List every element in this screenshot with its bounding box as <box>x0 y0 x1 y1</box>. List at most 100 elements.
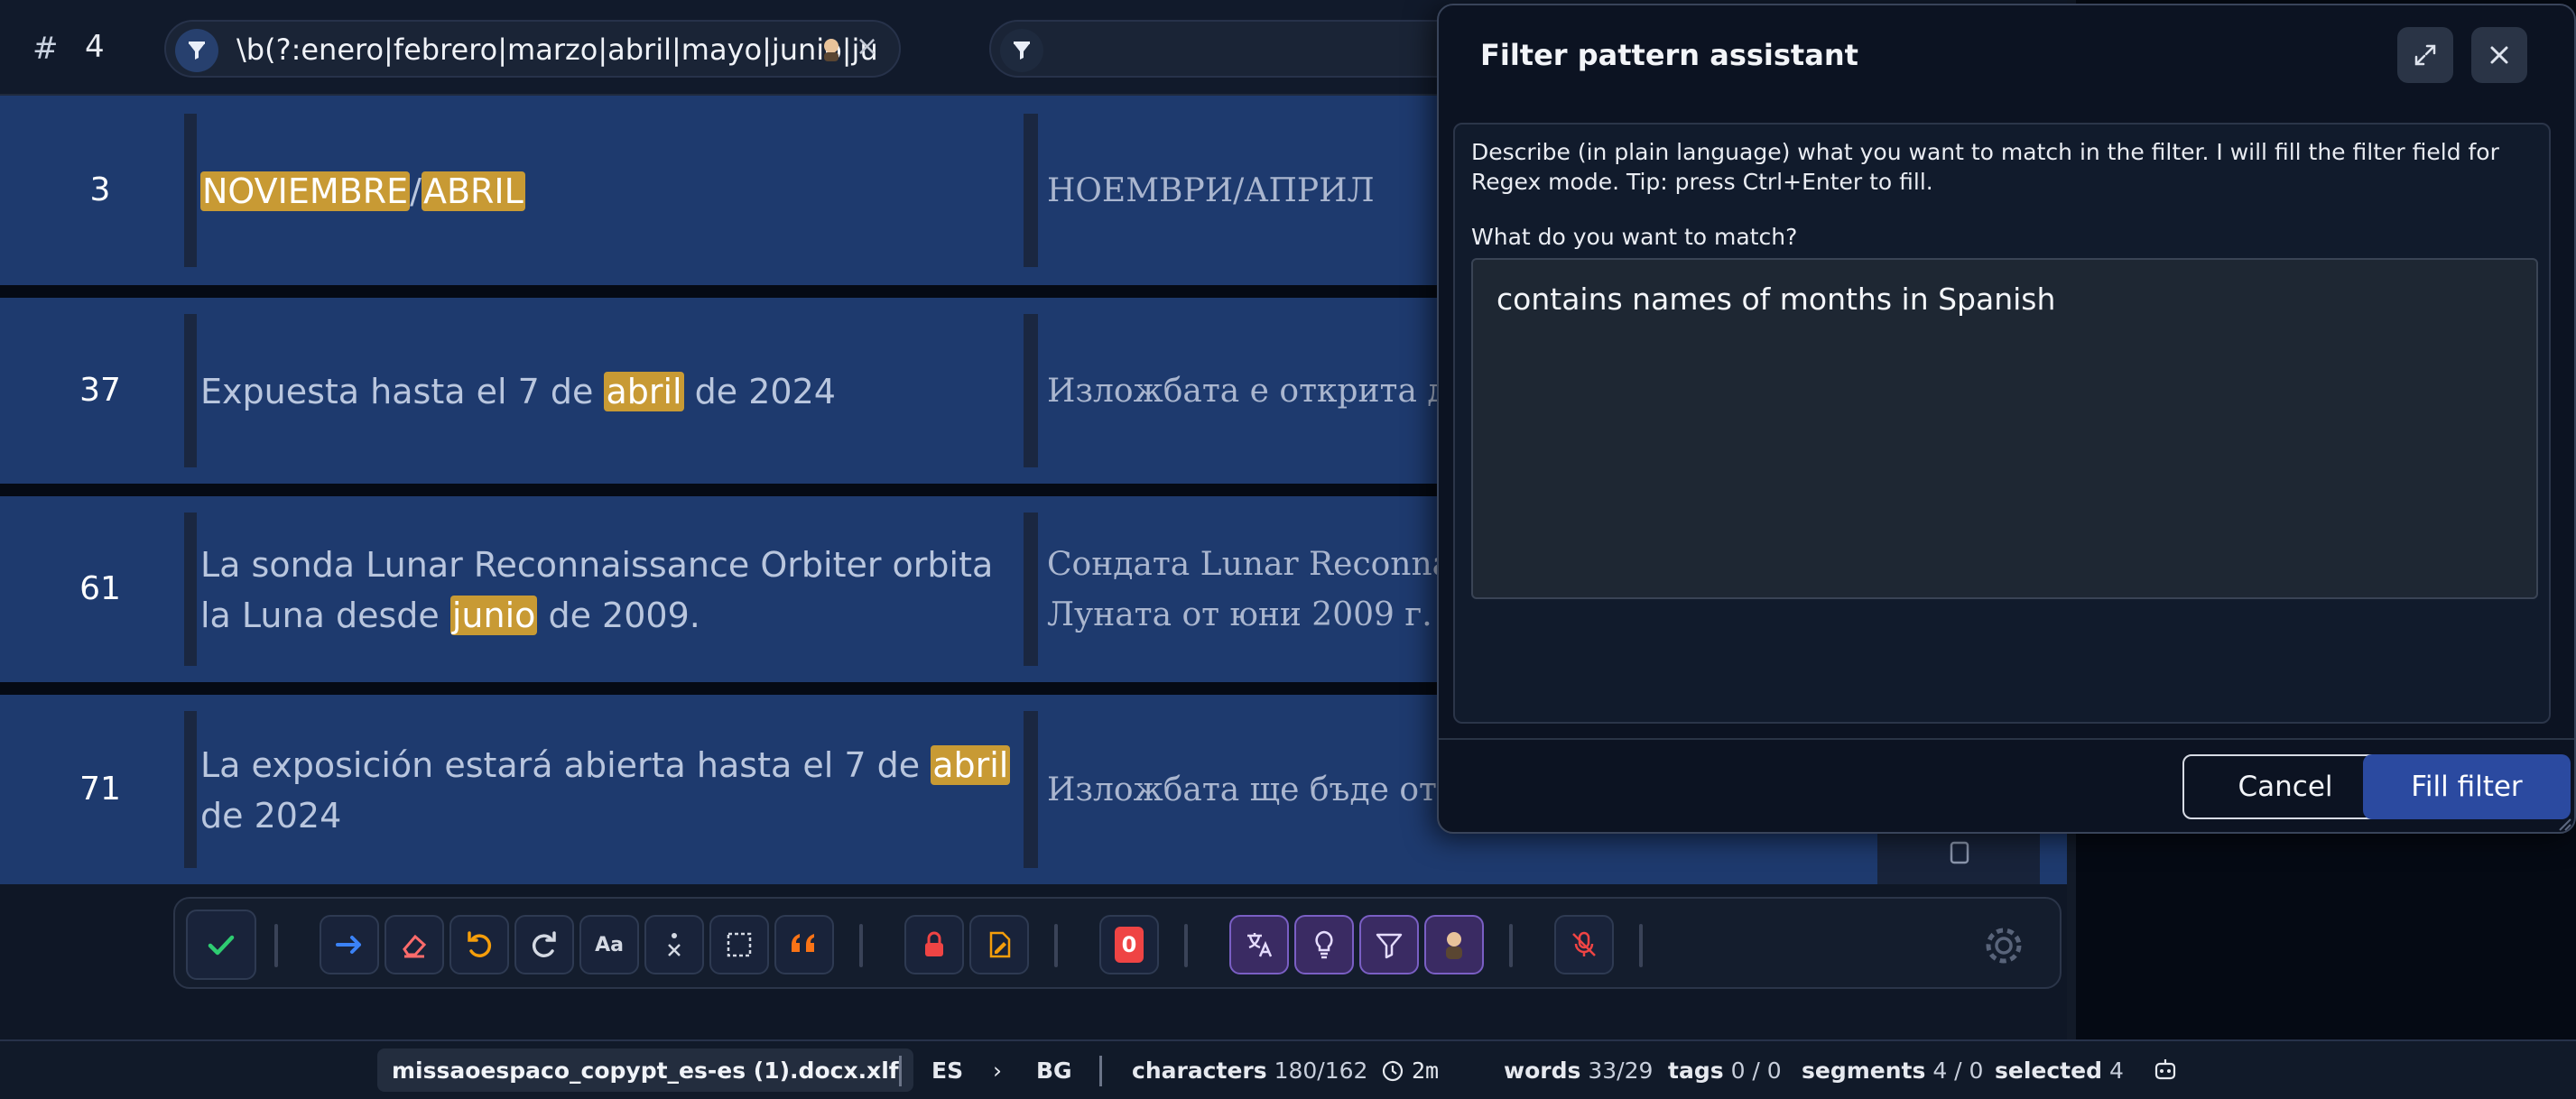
source-fragment: de 2024 <box>683 372 836 411</box>
filter-icon[interactable] <box>1000 29 1043 72</box>
file-edit-icon[interactable] <box>969 915 1029 974</box>
special-chars-icon[interactable] <box>644 915 704 974</box>
characters-value: 180/162 <box>1274 1057 1368 1084</box>
filter-assistant-dialog: Filter pattern assistant Describe (in pl… <box>1437 4 2576 834</box>
quotes-icon[interactable] <box>774 915 834 974</box>
source-filter[interactable]: \b(?:enero|febrero|marzo|abril|mayo|juni… <box>164 20 901 78</box>
zero-badge-icon[interactable]: 0 <box>1099 915 1159 974</box>
pattern-description-input[interactable]: contains names of months in Spanish <box>1471 258 2538 599</box>
segment-number: 61 <box>79 570 121 607</box>
source-language: ES <box>931 1057 964 1084</box>
toolbar-separator <box>859 924 863 967</box>
segments-stat: segments 4 / 0 <box>1802 1057 1983 1084</box>
words-label: words <box>1504 1057 1581 1084</box>
undo-icon[interactable] <box>449 915 509 974</box>
lightbulb-icon[interactable] <box>1294 915 1354 974</box>
segment-number: 71 <box>79 771 121 808</box>
selected-value: 4 <box>2108 1057 2124 1084</box>
chevron-right-icon: › <box>993 1057 1002 1084</box>
source-text[interactable]: NOVIEMBRE/ABRIL <box>200 166 1022 217</box>
time-stat: 2m <box>1381 1057 1439 1084</box>
tags-value: 0 / 0 <box>1730 1057 1782 1084</box>
selected-stat: selected 4 <box>1995 1057 2124 1084</box>
highlight-match: ABRIL <box>421 171 525 211</box>
highlight-match: abril <box>931 745 1011 785</box>
assistant-avatar-icon[interactable] <box>816 34 847 65</box>
segment-number: 37 <box>79 372 121 409</box>
clear-filter-button[interactable]: × <box>856 31 878 62</box>
clock-icon <box>1382 1060 1404 1082</box>
arrow-right-icon[interactable] <box>320 915 379 974</box>
zero-badge: 0 <box>1115 927 1144 963</box>
close-icon[interactable] <box>2471 27 2527 83</box>
copy-icon[interactable] <box>1942 836 1978 872</box>
source-fragment: Expuesta hasta el 7 de <box>200 372 605 411</box>
filter-icon[interactable] <box>1359 915 1419 974</box>
target-text[interactable]: НОЕМВРИ/АПРИЛ <box>1047 166 1444 217</box>
target-line: Луната от юни 2009 г. <box>1047 596 1432 633</box>
tags-label: tags <box>1668 1057 1724 1084</box>
confirm-check-icon[interactable] <box>186 910 256 980</box>
filter-icon[interactable] <box>175 29 218 72</box>
row-divider <box>184 711 197 868</box>
tags-stat: tags 0 / 0 <box>1668 1057 1782 1084</box>
dialog-description: Describe (in plain language) what you wa… <box>1471 139 2499 195</box>
status-separator <box>1099 1056 1102 1086</box>
resize-handle[interactable] <box>2558 817 2572 832</box>
translate-icon[interactable] <box>1229 915 1289 974</box>
segments-label: segments <box>1802 1057 1926 1084</box>
fill-filter-button[interactable]: Fill filter <box>2363 754 2571 819</box>
redo-icon[interactable] <box>514 915 574 974</box>
filter-input[interactable]: \b(?:enero|febrero|marzo|abril|mayo|juni… <box>236 32 959 67</box>
question-label: What do you want to match? <box>1471 224 1798 250</box>
target-line: Сондата Lunar Reconnais <box>1047 546 1444 583</box>
eraser-icon[interactable] <box>385 915 444 974</box>
segment-number: 3 <box>89 171 111 208</box>
source-text[interactable]: La exposición estará abierta hasta el 7 … <box>200 740 1022 841</box>
highlight-match: abril <box>604 372 684 411</box>
robot-icon[interactable] <box>2152 1056 2179 1083</box>
row-divider <box>1024 513 1038 666</box>
characters-stat: characters 180/162 <box>1132 1057 1367 1084</box>
case-aa-icon[interactable]: Aa <box>579 915 639 974</box>
toolbar-separator <box>1639 924 1643 967</box>
segment-count: 4 <box>85 29 105 65</box>
status-bar: missaoespaco_copypt_es-es (1).docx.xlf E… <box>0 1039 2576 1099</box>
toolbar-separator <box>1054 924 1058 967</box>
mic-off-icon[interactable] <box>1554 915 1614 974</box>
target-text[interactable]: Изложбата ще бъде отворен <box>1047 765 1444 816</box>
source-text[interactable]: Expuesta hasta el 7 de abril de 2024 <box>200 366 1022 417</box>
row-divider <box>184 513 197 666</box>
settings-gear-icon[interactable] <box>1978 920 2029 971</box>
segments-value: 4 / 0 <box>1932 1057 1984 1084</box>
file-name[interactable]: missaoespaco_copypt_es-es (1).docx.xlf <box>377 1048 913 1092</box>
assistant-avatar-icon[interactable] <box>1424 915 1484 974</box>
dialog-divider <box>1439 738 2574 740</box>
expand-icon[interactable] <box>2397 27 2453 83</box>
selection-box-icon[interactable] <box>709 915 769 974</box>
target-text[interactable]: Изложбата е открита до 7 ап <box>1047 366 1444 417</box>
toolbar-separator <box>1509 924 1513 967</box>
editor-toolbar: Aa 0 <box>173 897 2062 989</box>
lock-icon[interactable] <box>904 915 964 974</box>
characters-label: characters <box>1132 1057 1267 1084</box>
source-fragment: de 2024 <box>200 796 342 836</box>
source-text[interactable]: La sonda Lunar Reconnaissance Orbiter or… <box>200 540 1022 641</box>
row-divider <box>184 114 197 267</box>
time-value: 2m <box>1411 1057 1440 1084</box>
highlight-match: junio <box>449 596 538 635</box>
highlight-match: NOVIEMBRE <box>200 171 411 211</box>
row-divider <box>184 314 197 467</box>
hash-icon: # <box>32 31 59 67</box>
source-fragment: La exposición estará abierta hasta el 7 … <box>200 745 931 785</box>
row-divider <box>1024 114 1038 267</box>
cancel-button[interactable]: Cancel <box>2182 754 2388 819</box>
words-value: 33/29 <box>1588 1057 1654 1084</box>
source-fragment: / <box>410 171 422 211</box>
selected-label: selected <box>1995 1057 2102 1084</box>
toolbar-separator <box>274 924 278 967</box>
source-fragment: de 2009. <box>537 596 700 635</box>
words-stat: words 33/29 <box>1504 1057 1653 1084</box>
target-text[interactable]: Сондата Lunar Reconnais Луната от юни 20… <box>1047 540 1444 641</box>
target-language: BG <box>1036 1057 1072 1084</box>
